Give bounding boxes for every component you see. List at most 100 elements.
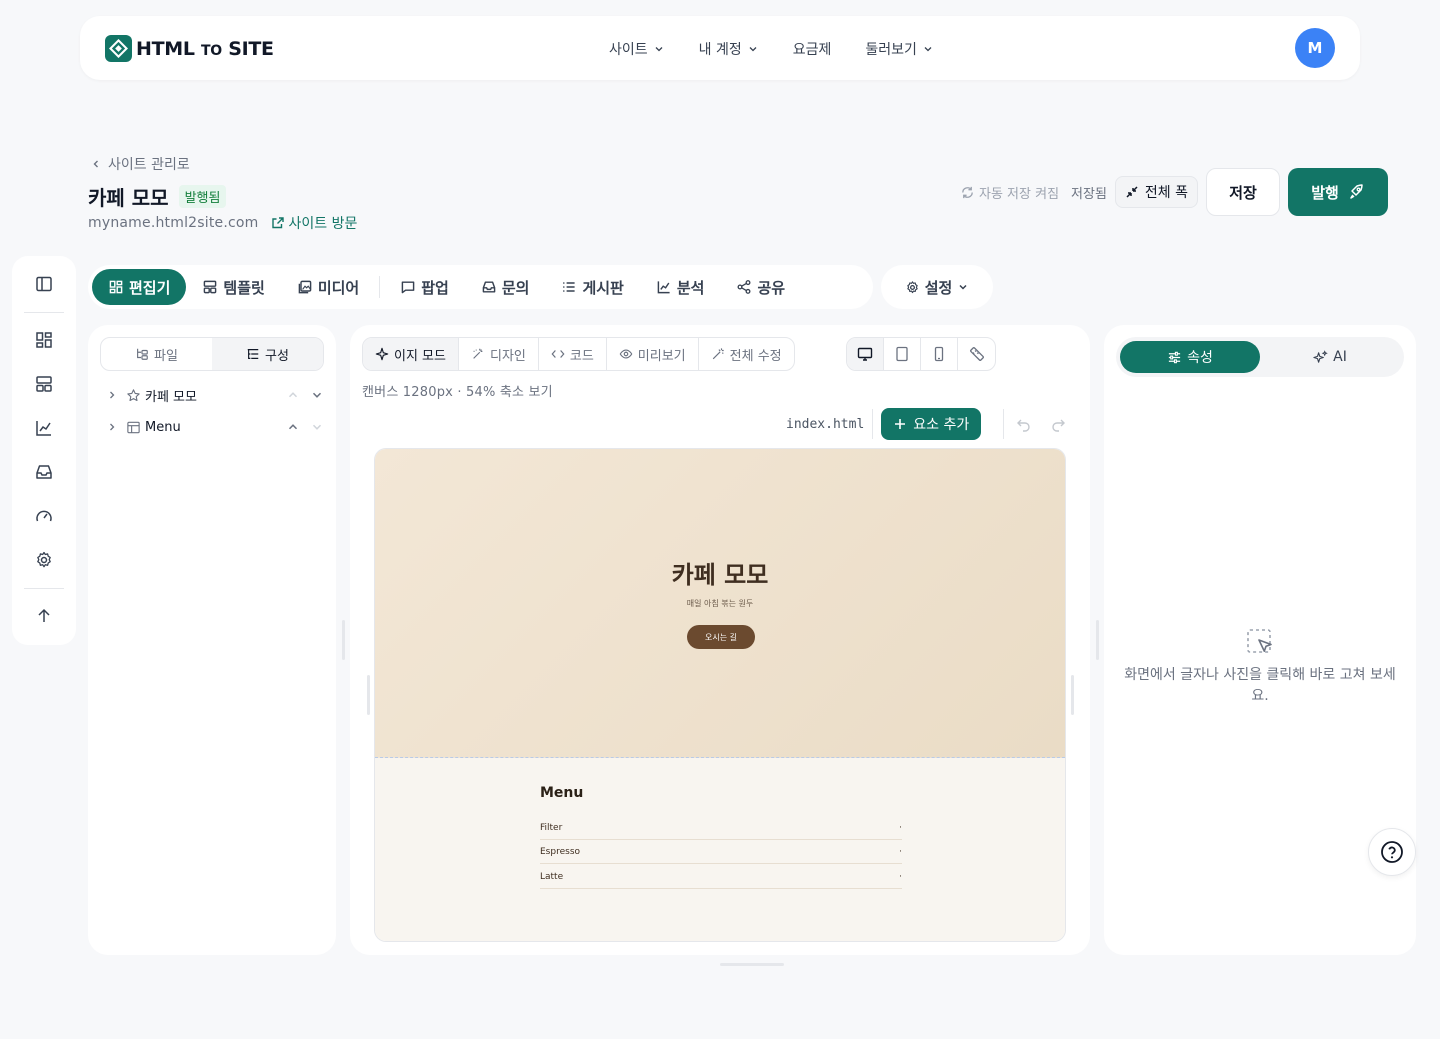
visit-site-link[interactable]: 사이트 방문 bbox=[271, 213, 357, 233]
rocket-icon bbox=[1350, 184, 1363, 199]
gauge-icon[interactable] bbox=[32, 504, 56, 528]
canvas-info: 캔버스 1280px · 54% 축소 보기 bbox=[362, 385, 553, 400]
tab-analytics[interactable]: 분석 bbox=[640, 269, 721, 305]
preview-hero-subtitle[interactable]: 매일 아침 볶는 원두 bbox=[375, 598, 1065, 609]
redo-icon[interactable] bbox=[1050, 416, 1066, 432]
resize-handle[interactable] bbox=[342, 620, 345, 660]
external-link-icon bbox=[271, 217, 284, 229]
chevron-down-icon bbox=[959, 284, 967, 290]
layout-icon[interactable] bbox=[32, 372, 56, 396]
arrow-up-icon[interactable] bbox=[32, 604, 56, 628]
star-icon bbox=[127, 388, 140, 401]
header-actions: 자동 저장 켜짐 저장됨 전체 폭 저장 발행 bbox=[960, 168, 1389, 216]
wand-icon bbox=[712, 348, 724, 360]
empty-state-message: 화면에서 글자나 사진을 클릭해 바로 고쳐 보세요. bbox=[1124, 667, 1396, 704]
images-icon bbox=[298, 280, 312, 294]
mode-code[interactable]: 코드 bbox=[539, 338, 607, 370]
current-file-name[interactable]: index.html bbox=[786, 409, 874, 439]
tab-divider bbox=[379, 276, 381, 298]
mobile-icon[interactable] bbox=[921, 338, 958, 370]
plus-icon bbox=[895, 419, 906, 429]
help-button[interactable] bbox=[1368, 828, 1416, 876]
seg-ai[interactable]: AI bbox=[1260, 341, 1400, 373]
canvas-resize-handle[interactable] bbox=[1071, 675, 1074, 715]
history-controls bbox=[1003, 409, 1066, 439]
preview-menu-row[interactable]: Espresso · bbox=[540, 840, 902, 864]
move-down-icon bbox=[312, 424, 322, 430]
seg-structure[interactable]: 구성 bbox=[212, 338, 323, 370]
tablet-icon[interactable] bbox=[884, 338, 921, 370]
preview-menu-section[interactable]: Menu Filter · Espresso · Latte · bbox=[375, 758, 1065, 941]
nav-item-account[interactable]: 내 계정 bbox=[699, 39, 759, 59]
mode-full-edit[interactable]: 전체 수정 bbox=[699, 338, 794, 370]
tab-share[interactable]: 공유 bbox=[720, 269, 801, 305]
preview-menu-row[interactable]: Filter · bbox=[540, 816, 902, 840]
undo-icon[interactable] bbox=[1016, 416, 1032, 432]
sidebar-toggle-icon[interactable] bbox=[32, 272, 56, 296]
nav-item-pricing[interactable]: 요금제 bbox=[793, 39, 832, 59]
move-down-icon bbox=[312, 392, 322, 398]
gear-icon[interactable] bbox=[32, 548, 56, 572]
tab-editor[interactable]: 편집기 bbox=[92, 269, 187, 305]
inbox-icon bbox=[482, 281, 496, 293]
tab-popups[interactable]: 팝업 bbox=[384, 269, 465, 305]
saved-status: 저장됨 bbox=[1071, 186, 1107, 202]
fullwidth-toggle[interactable]: 전체 폭 bbox=[1114, 176, 1199, 208]
main-nav: 사이트 내 계정 요금제 둘러보기 bbox=[609, 39, 968, 59]
inbox-icon[interactable] bbox=[32, 460, 56, 484]
device-bar bbox=[846, 337, 996, 371]
tab-media[interactable]: 미디어 bbox=[281, 269, 375, 305]
site-title-row: 카페 모모 발행됨 bbox=[88, 182, 227, 211]
dashboard-icon[interactable] bbox=[32, 328, 56, 352]
preview-menu-title[interactable]: Menu bbox=[540, 785, 583, 801]
domain-row: myname.html2site.com 사이트 방문 bbox=[88, 213, 357, 233]
list-tree-icon bbox=[247, 349, 259, 359]
code-icon bbox=[551, 350, 565, 358]
tree-node-menu[interactable]: Menu bbox=[106, 415, 324, 439]
logo-mark-icon bbox=[105, 35, 132, 62]
analytics-icon[interactable] bbox=[32, 416, 56, 440]
seg-files[interactable]: 파일 bbox=[101, 338, 212, 370]
layout-panel-icon bbox=[127, 421, 140, 433]
nav-item-sites[interactable]: 사이트 bbox=[609, 39, 665, 59]
minimize-icon bbox=[1126, 186, 1138, 198]
back-link[interactable]: 사이트 관리로 bbox=[90, 154, 190, 174]
ruler-icon[interactable] bbox=[958, 338, 995, 370]
tab-inquiries[interactable]: 문의 bbox=[465, 269, 546, 305]
preview-hero-title[interactable]: 카페 모모 bbox=[375, 555, 1065, 590]
desktop-icon[interactable] bbox=[847, 338, 884, 370]
site-preview-canvas[interactable]: 카페 모모 매일 아침 볶는 원두 오시는 길 Menu Filter · Esp… bbox=[374, 448, 1066, 942]
preview-menu-row[interactable]: Latte · bbox=[540, 865, 902, 889]
add-element-button[interactable]: 요소 추가 bbox=[881, 408, 982, 440]
nav-item-explore[interactable]: 둘러보기 bbox=[865, 39, 934, 59]
bottom-resize-handle[interactable] bbox=[720, 963, 784, 966]
publish-button[interactable]: 발행 bbox=[1288, 168, 1389, 216]
autosave-status[interactable]: 자동 저장 켜짐 bbox=[960, 183, 1059, 202]
settings-dropdown[interactable]: 설정 bbox=[881, 265, 993, 309]
brand-name: HTML TO SITE bbox=[136, 37, 274, 60]
structure-segment: 파일 구성 bbox=[100, 337, 324, 371]
chevron-left-icon bbox=[93, 160, 98, 168]
mode-preview[interactable]: 미리보기 bbox=[607, 338, 699, 370]
editor-tabbar: 편집기 템플릿 미디어 팝업 문의 게시판 분석 공유 bbox=[88, 265, 873, 309]
structure-panel: 파일 구성 카페 모모 Menu bbox=[88, 325, 336, 955]
tab-templates[interactable]: 템플릿 bbox=[186, 269, 280, 305]
sliders-icon bbox=[1168, 351, 1181, 363]
save-button[interactable]: 저장 bbox=[1206, 168, 1281, 216]
resize-handle[interactable] bbox=[1096, 620, 1099, 660]
chevron-right-icon bbox=[110, 423, 115, 431]
tab-board[interactable]: 게시판 bbox=[545, 269, 639, 305]
sparkle-icon bbox=[375, 347, 389, 361]
seg-properties[interactable]: 속성 bbox=[1120, 341, 1260, 373]
canvas-resize-handle[interactable] bbox=[367, 675, 370, 715]
magic-wand-icon bbox=[473, 348, 483, 359]
brand-logo[interactable]: HTML TO SITE bbox=[105, 35, 274, 62]
preview-hero-cta[interactable]: 오시는 길 bbox=[687, 625, 755, 649]
mode-easy[interactable]: 이지 모드 bbox=[363, 338, 459, 370]
site-domain: myname.html2site.com bbox=[88, 215, 259, 231]
layout-icon bbox=[204, 280, 217, 294]
preview-hero-section[interactable]: 카페 모모 매일 아침 볶는 원두 오시는 길 bbox=[375, 449, 1065, 758]
tree-node-hero[interactable]: 카페 모모 bbox=[106, 383, 324, 407]
user-avatar[interactable]: M bbox=[1295, 28, 1335, 68]
mode-design[interactable]: 디자인 bbox=[459, 338, 539, 370]
